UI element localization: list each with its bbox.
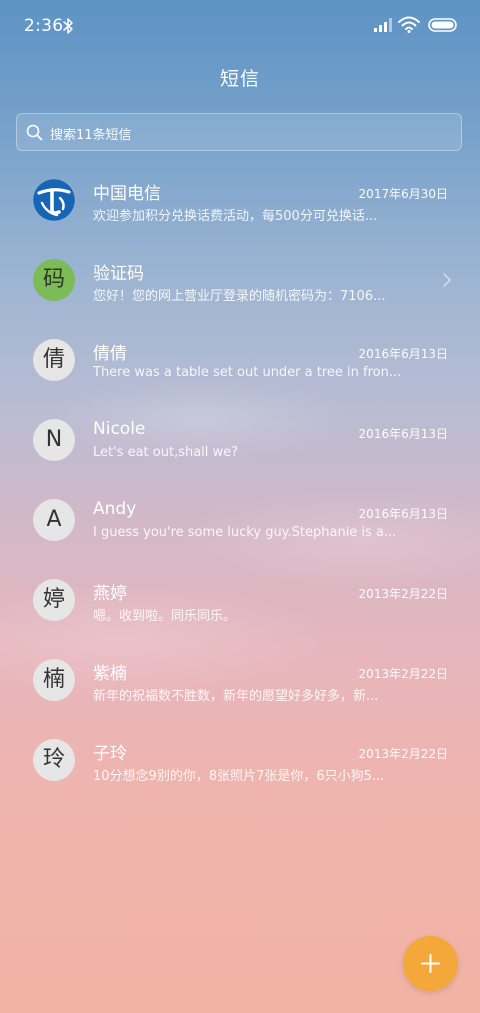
message-preview: 新年的祝福数不胜数，新年的愿望好多好多，新...	[93, 689, 379, 704]
message-date: 2016年6月13日	[358, 427, 448, 441]
message-preview: Let's eat out,shall we?	[93, 445, 239, 460]
search-input[interactable]: 搜索11条短信	[16, 113, 462, 151]
contact-name: 倩倩	[93, 344, 127, 364]
list-item[interactable]: 玲 子玲 2013年2月22日 10分想念9别的你，8张照片7张是你，6只小狗5…	[0, 720, 480, 800]
search-icon	[26, 124, 43, 141]
wifi-icon	[398, 16, 420, 33]
list-item[interactable]: 倩 倩倩 2016年6月13日 There was a table set ou…	[0, 320, 480, 400]
list-item[interactable]: 婷 燕婷 2013年2月22日 嗯。收到啦。同乐同乐。	[0, 560, 480, 640]
message-preview: There was a table set out under a tree i…	[93, 365, 402, 380]
list-item[interactable]: 码 验证码 您好！您的网上营业厅登录的随机密码为：7106...	[0, 240, 480, 320]
message-date: 2016年6月13日	[358, 347, 448, 361]
avatar: 玲	[33, 739, 75, 781]
avatar: N	[33, 419, 75, 461]
avatar: 婷	[33, 579, 75, 621]
contact-name: 中国电信	[93, 184, 161, 204]
contact-name: 子玲	[93, 744, 127, 764]
avatar: A	[33, 499, 75, 541]
avatar: 码	[33, 259, 75, 301]
plus-icon	[421, 954, 440, 973]
page-title: 短信	[219, 68, 260, 90]
list-item[interactable]: A Andy 2016年6月13日 I guess you're some lu…	[0, 480, 480, 560]
message-date: 2016年6月13日	[358, 507, 448, 521]
battery-icon	[428, 18, 457, 32]
search-placeholder: 搜索11条短信	[50, 128, 132, 143]
message-preview: 欢迎参加积分兑换话费活动，每500分可兑换话...	[93, 209, 378, 224]
china-telecom-logo	[33, 179, 75, 221]
contact-name: 验证码	[93, 264, 144, 284]
message-date: 2013年2月22日	[358, 667, 448, 681]
message-date: 2013年2月22日	[358, 587, 448, 601]
contact-name: Andy	[93, 499, 137, 519]
message-preview: 嗯。收到啦。同乐同乐。	[93, 609, 237, 624]
message-preview: 您好！您的网上营业厅登录的随机密码为：7106...	[93, 289, 386, 304]
avatar: 楠	[33, 659, 75, 701]
contact-name: Nicole	[93, 419, 146, 439]
new-message-button[interactable]	[403, 936, 458, 991]
message-preview: I guess you're some lucky guy.Stephanie …	[93, 525, 397, 540]
list-item[interactable]: 中国电信 2017年6月30日 欢迎参加积分兑换话费活动，每500分可兑换话..…	[0, 160, 480, 240]
list-item[interactable]: 楠 紫楠 2013年2月22日 新年的祝福数不胜数，新年的愿望好多好多，新...	[0, 640, 480, 720]
avatar: 倩	[33, 339, 75, 381]
status-time: 2:36	[24, 16, 64, 36]
signal-icon	[374, 18, 392, 32]
bluetooth-icon	[63, 18, 73, 34]
message-date: 2017年6月30日	[358, 187, 448, 201]
status-bar: 2:36	[0, 0, 480, 52]
message-list: 中国电信 2017年6月30日 欢迎参加积分兑换话费活动，每500分可兑换话..…	[0, 160, 480, 800]
message-date: 2013年2月22日	[358, 747, 448, 761]
chevron-right-icon	[443, 273, 451, 287]
contact-name: 紫楠	[93, 664, 127, 684]
message-preview: 10分想念9别的你，8张照片7张是你，6只小狗5...	[93, 769, 385, 784]
contact-name: 燕婷	[93, 584, 127, 604]
list-item[interactable]: N Nicole 2016年6月13日 Let's eat out,shall …	[0, 400, 480, 480]
